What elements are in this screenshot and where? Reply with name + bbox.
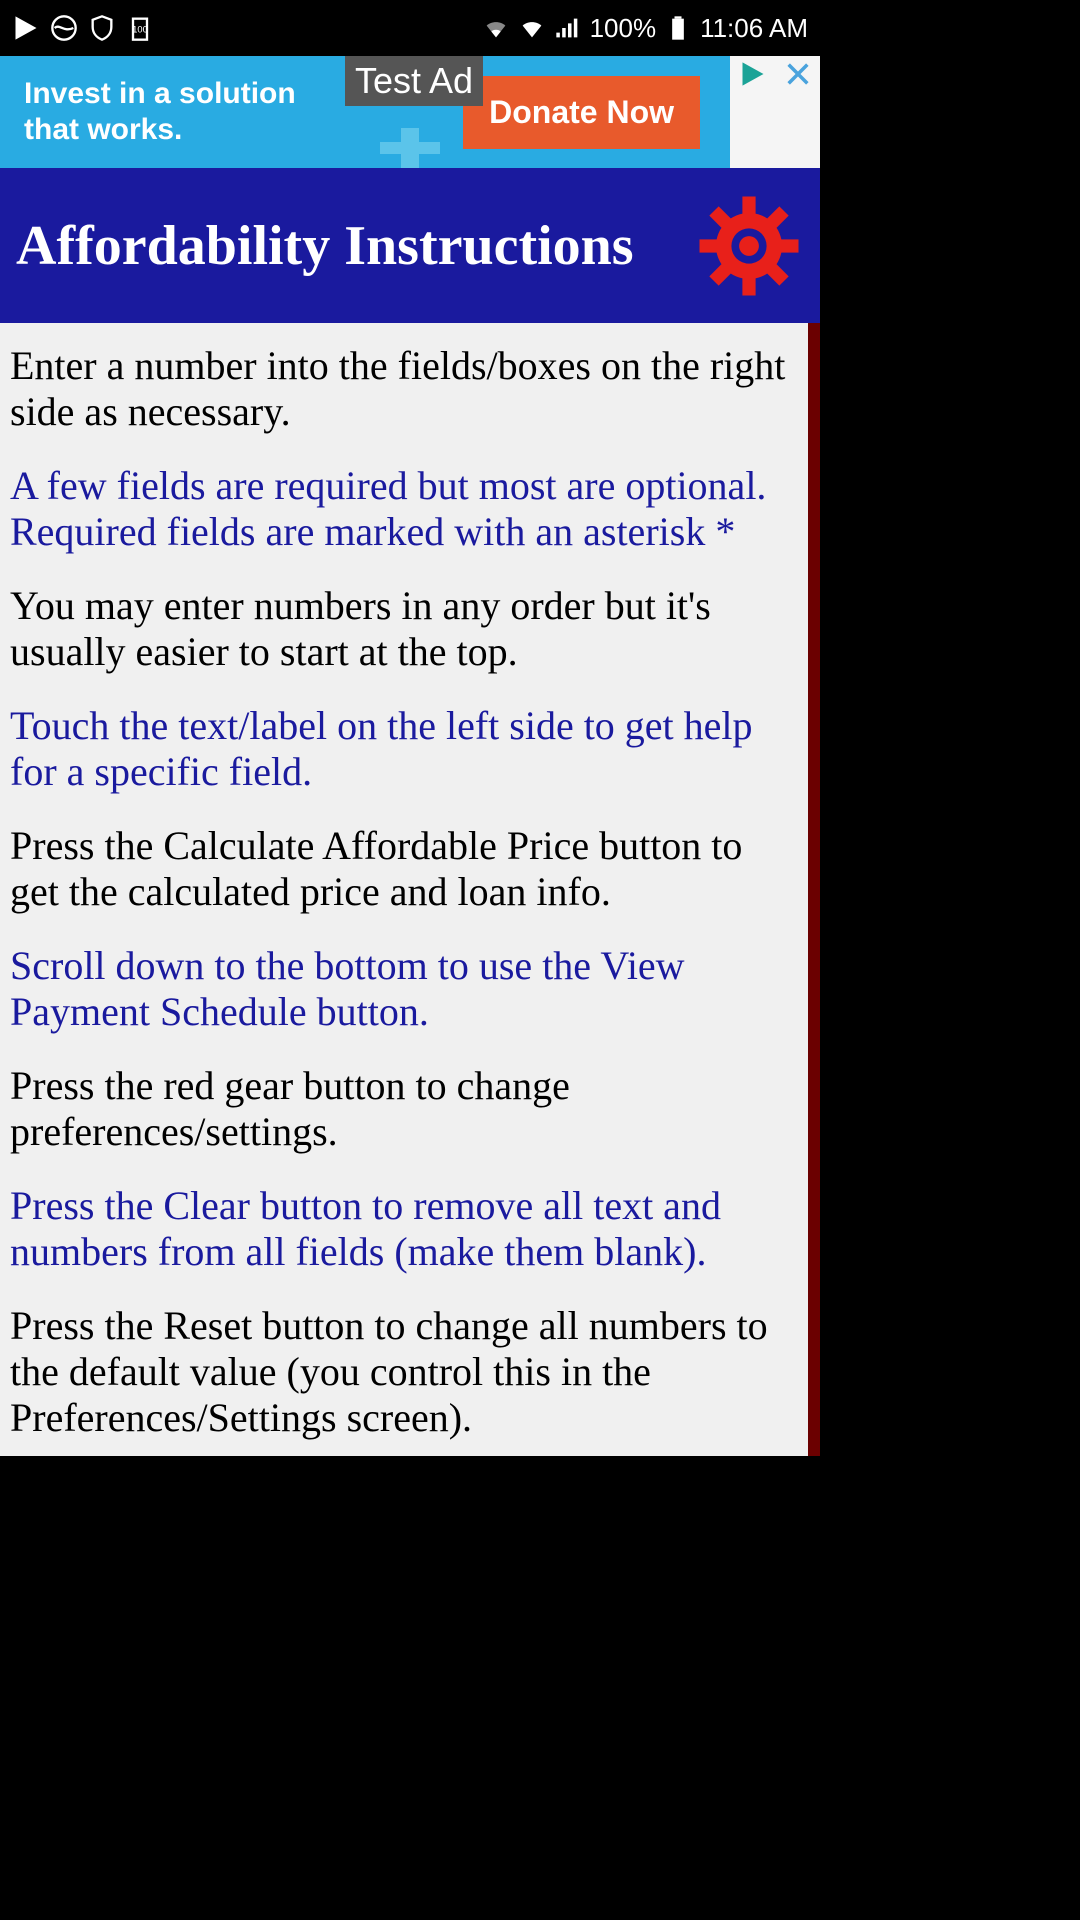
page-title: Affordability Instructions (16, 214, 634, 278)
instructions-content[interactable]: Enter a number into the fields/boxes on … (0, 323, 820, 1456)
ad-banner[interactable]: Invest in a solution that works. Test Ad… (0, 56, 820, 168)
battery-percent: 100% (590, 13, 657, 44)
status-right: 100% 11:06 AM (482, 13, 808, 44)
ad-controls (730, 56, 820, 168)
instruction-item: You may enter numbers in any order but i… (10, 583, 798, 675)
status-bar: 100 100% 11:06 AM (0, 0, 820, 56)
wifi-icon (518, 14, 546, 42)
instruction-item: Press the Reset button to change all num… (10, 1303, 798, 1441)
status-left-icons: 100 (12, 14, 154, 42)
gear-icon[interactable] (694, 191, 804, 301)
shield-icon (88, 14, 116, 42)
donate-button[interactable]: Donate Now (463, 76, 700, 149)
instruction-item: Scroll down to the bottom to use the Vie… (10, 943, 798, 1035)
instruction-item: Enter a number into the fields/boxes on … (10, 343, 798, 435)
instruction-item: A few fields are required but most are o… (10, 463, 798, 555)
instruction-item: Press the Calculate Affordable Price but… (10, 823, 798, 915)
test-ad-label: Test Ad (345, 56, 483, 106)
battery-100-icon: 100 (126, 14, 154, 42)
app-header: Affordability Instructions (0, 168, 820, 323)
instruction-item: Touch the text/label on the left side to… (10, 703, 798, 795)
instruction-item: Press the Clear button to remove all tex… (10, 1183, 798, 1275)
signal-icon (554, 14, 582, 42)
wifi-weak-icon (482, 14, 510, 42)
ad-info-icon[interactable] (739, 60, 767, 88)
clock-time: 11:06 AM (700, 13, 808, 44)
ad-close-icon[interactable] (784, 60, 812, 88)
swirl-icon (50, 14, 78, 42)
battery-icon (664, 14, 692, 42)
play-icon (12, 14, 40, 42)
instruction-item: Press the red gear button to change pref… (10, 1063, 798, 1155)
svg-text:100: 100 (132, 25, 148, 35)
